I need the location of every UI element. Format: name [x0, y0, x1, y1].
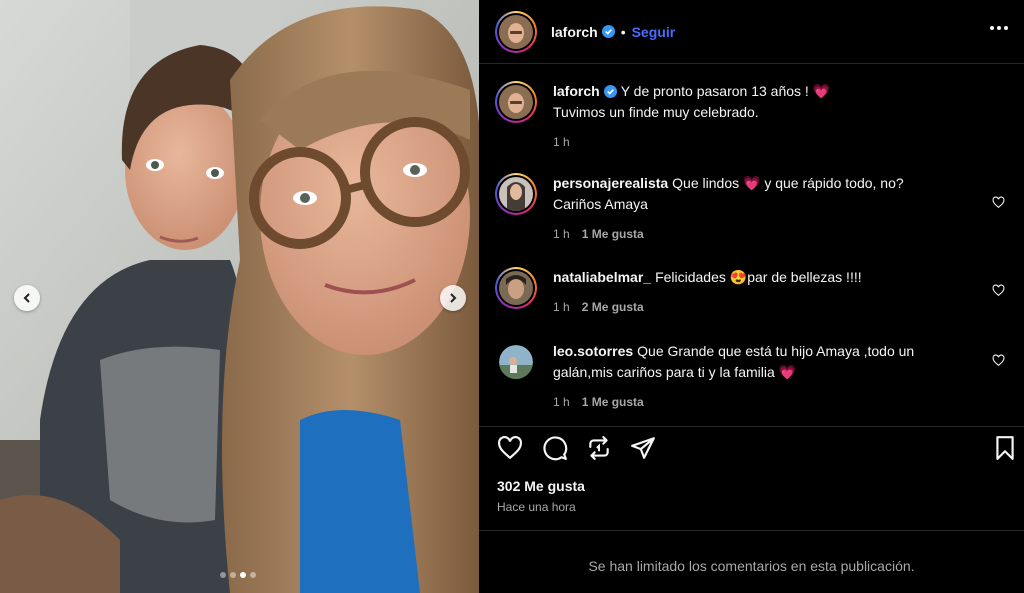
- comment-text: Felicidades: [655, 269, 726, 285]
- comment-item: nataliabelmar_ Felicidades 😍par de bellez…: [495, 267, 1015, 318]
- carousel-dot: [250, 572, 256, 578]
- author-avatar[interactable]: [495, 10, 537, 53]
- commenter-avatar[interactable]: [495, 267, 537, 309]
- comment-text: Que lindos: [672, 175, 740, 191]
- heart-icon[interactable]: [497, 435, 523, 461]
- caption-avatar-image: [499, 85, 533, 119]
- comments-list: laforch Y de pronto pasaron 13 años ! 💗 T…: [479, 64, 1024, 426]
- comment-username[interactable]: nataliabelmar_: [553, 269, 651, 285]
- caption: laforch Y de pronto pasaron 13 años ! 💗 T…: [495, 81, 1015, 153]
- comment-time: 1 h: [553, 300, 570, 314]
- comment-item: leo.sotorres Que Grande que está tu hijo …: [495, 341, 1015, 413]
- comment-likes[interactable]: 1 Me gusta: [582, 395, 644, 409]
- heart-icon[interactable]: [992, 284, 1005, 297]
- chevron-right-icon: [450, 293, 457, 303]
- separator-dot: •: [620, 23, 626, 40]
- share-icon[interactable]: [630, 435, 656, 461]
- comment-text: par de bellezas !!!!: [747, 269, 862, 285]
- comments-limited-section: Se han limitado los comentarios en esta …: [479, 530, 1024, 593]
- carousel-prev-button[interactable]: [14, 285, 40, 311]
- post-photo-panel: [0, 0, 479, 593]
- caption-time: 1 h: [553, 135, 570, 149]
- comment-text: y que rápido todo, no?: [764, 175, 904, 191]
- post-side-panel: laforch • Seguir laforch Y de pronto pasa…: [479, 0, 1024, 593]
- caption-avatar[interactable]: [495, 81, 537, 123]
- carousel-dot: [230, 572, 236, 578]
- caption-text-line1: Y de pronto pasaron 13 años !: [620, 83, 809, 99]
- follow-button[interactable]: Seguir: [632, 24, 676, 40]
- comment-body: personajerealista Que lindos 💗 y que rápi…: [553, 173, 973, 245]
- more-options-icon[interactable]: [986, 22, 1012, 34]
- verified-badge-icon: [603, 85, 617, 98]
- bookmark-icon[interactable]: [992, 435, 1018, 461]
- comment-meta: 1 h 1 Me gusta: [553, 392, 973, 413]
- author-avatar-image: [499, 14, 533, 49]
- comment-text: Que Grande que está tu hijo Amaya ,todo …: [637, 343, 915, 359]
- commenter-avatar-image: [499, 177, 533, 211]
- caption-body: laforch Y de pronto pasaron 13 años ! 💗 T…: [553, 81, 973, 153]
- post-photo: [0, 0, 479, 593]
- comment-meta: 1 h 2 Me gusta: [553, 297, 973, 318]
- comment-emoji: 😍: [729, 269, 748, 285]
- verified-badge-icon: [601, 25, 615, 38]
- carousel-dot-active: [240, 572, 246, 578]
- post-timestamp[interactable]: Hace una hora: [497, 500, 576, 514]
- commenter-avatar[interactable]: [495, 341, 537, 383]
- comment-emoji: 💗: [778, 364, 797, 380]
- commenter-avatar-image: [499, 345, 533, 379]
- heart-icon[interactable]: [992, 354, 1005, 367]
- comment-item: personajerealista Que lindos 💗 y que rápi…: [495, 173, 1015, 245]
- comment-text: galán,mis cariños para ti y la familia: [553, 364, 775, 380]
- repost-icon[interactable]: [586, 435, 612, 461]
- commenter-avatar-image: [499, 271, 533, 305]
- carousel-dots: [220, 572, 256, 578]
- comment-body: nataliabelmar_ Felicidades 😍par de bellez…: [553, 267, 973, 318]
- comment-body: leo.sotorres Que Grande que está tu hijo …: [553, 341, 973, 413]
- commenter-avatar[interactable]: [495, 173, 537, 215]
- post-header: laforch • Seguir: [479, 0, 1024, 64]
- caption-username[interactable]: laforch: [553, 83, 600, 99]
- comment-icon[interactable]: [542, 435, 568, 461]
- comment-time: 1 h: [553, 227, 570, 241]
- comment-likes[interactable]: 1 Me gusta: [582, 227, 644, 241]
- comments-limited-notice: Se han limitado los comentarios en esta …: [588, 558, 915, 574]
- comment-username[interactable]: leo.sotorres: [553, 343, 633, 359]
- caption-text-line2: Tuvimos un finde muy celebrado.: [553, 104, 759, 120]
- comment-username[interactable]: personajerealista: [553, 175, 668, 191]
- author-username[interactable]: laforch: [551, 24, 598, 40]
- likes-count[interactable]: 302 Me gusta: [497, 478, 585, 494]
- heart-icon[interactable]: [992, 196, 1005, 209]
- action-bar: [479, 426, 1024, 468]
- comment-emoji: 💗: [743, 175, 761, 191]
- chevron-left-icon: [23, 293, 30, 303]
- heart-emoji: 💗: [812, 83, 831, 99]
- comment-meta: 1 h 1 Me gusta: [553, 224, 973, 245]
- comment-time: 1 h: [553, 395, 570, 409]
- carousel-next-button[interactable]: [440, 285, 466, 311]
- comment-text: Cariños Amaya: [553, 196, 648, 212]
- comment-likes[interactable]: 2 Me gusta: [582, 300, 644, 314]
- carousel-dot: [220, 572, 226, 578]
